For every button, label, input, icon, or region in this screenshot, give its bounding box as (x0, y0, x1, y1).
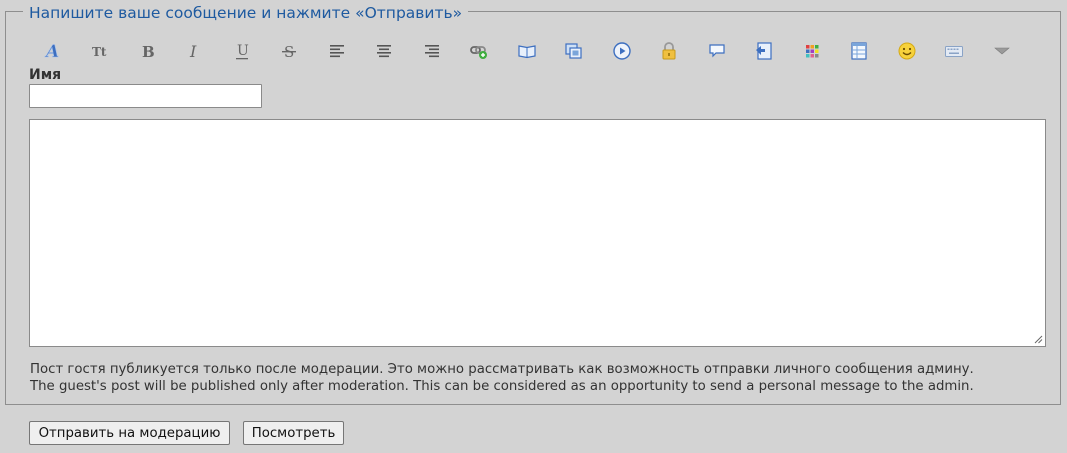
svg-text:A: A (44, 42, 59, 61)
bold-icon[interactable]: B (123, 38, 171, 64)
moderation-note-ru: Пост гостя публикуется только после моде… (30, 362, 974, 377)
moderation-note: Пост гостя публикуется только после моде… (30, 361, 974, 395)
more-dropdown-icon[interactable] (978, 38, 1026, 64)
bold-label: B (142, 43, 155, 61)
speech-bubble-icon[interactable] (693, 38, 741, 64)
smiley-icon[interactable] (883, 38, 931, 64)
italic-label: I (189, 42, 197, 61)
message-textarea[interactable] (29, 119, 1046, 347)
form-legend: Напишите ваше сообщение и нажмите «Отпра… (23, 3, 469, 23)
align-center-icon[interactable] (361, 38, 409, 64)
table-icon[interactable] (836, 38, 884, 64)
image-icon[interactable] (551, 38, 599, 64)
video-icon[interactable] (598, 38, 646, 64)
italic-icon[interactable]: I (171, 38, 219, 64)
editor-toolbar: A Tt B I U S (28, 38, 1026, 64)
align-left-icon[interactable] (313, 38, 361, 64)
book-icon[interactable] (503, 38, 551, 64)
strikethrough-icon[interactable]: S (266, 38, 314, 64)
align-right-icon[interactable] (408, 38, 456, 64)
lock-icon[interactable] (646, 38, 694, 64)
underline-label: U (237, 43, 249, 59)
preview-button[interactable]: Посмотреть (243, 421, 344, 445)
font-size-icon[interactable]: Tt (76, 38, 124, 64)
keyboard-icon[interactable] (931, 38, 979, 64)
quote-icon[interactable] (741, 38, 789, 64)
name-label: Имя (29, 67, 62, 83)
color-palette-icon[interactable] (788, 38, 836, 64)
moderation-note-en: The guest's post will be published only … (30, 379, 974, 394)
font-size-label: Tt (92, 45, 107, 59)
resize-grip-icon[interactable] (1033, 334, 1043, 344)
link-icon[interactable] (456, 38, 504, 64)
font-face-icon[interactable]: A (28, 38, 76, 64)
submit-for-moderation-button[interactable]: Отправить на модерацию (29, 421, 230, 445)
name-field[interactable] (29, 84, 262, 108)
underline-icon[interactable]: U (218, 38, 266, 64)
